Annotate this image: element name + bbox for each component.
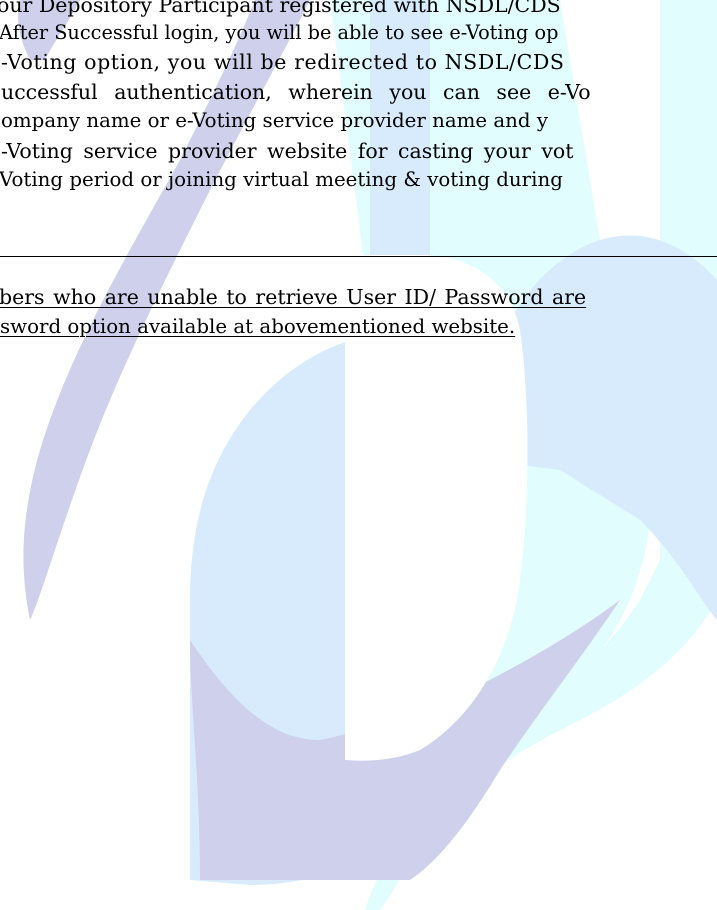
paragraph-line: -Voting option, you will be redirected t… [1,50,565,74]
paragraph-line: ompany name or e-Voting service provider… [1,109,549,132]
document-body: our Depository Participant registered wi… [0,0,717,910]
section-divider [0,256,717,257]
paragraph-line: uccessful authentication, wherein you ca… [1,80,591,104]
paragraph-line: After Successful login, you will be able… [0,21,559,44]
paragraph-line: -Voting service provider website for cas… [1,139,574,163]
note-line: bers who are unable to retrieve User ID/… [0,285,587,309]
note-line: sword option available at abovementioned… [0,315,516,338]
document-page: our Depository Participant registered wi… [0,0,717,910]
paragraph-line: our Depository Participant registered wi… [0,0,561,17]
paragraph-line: Voting period or joining virtual meeting… [0,168,563,191]
